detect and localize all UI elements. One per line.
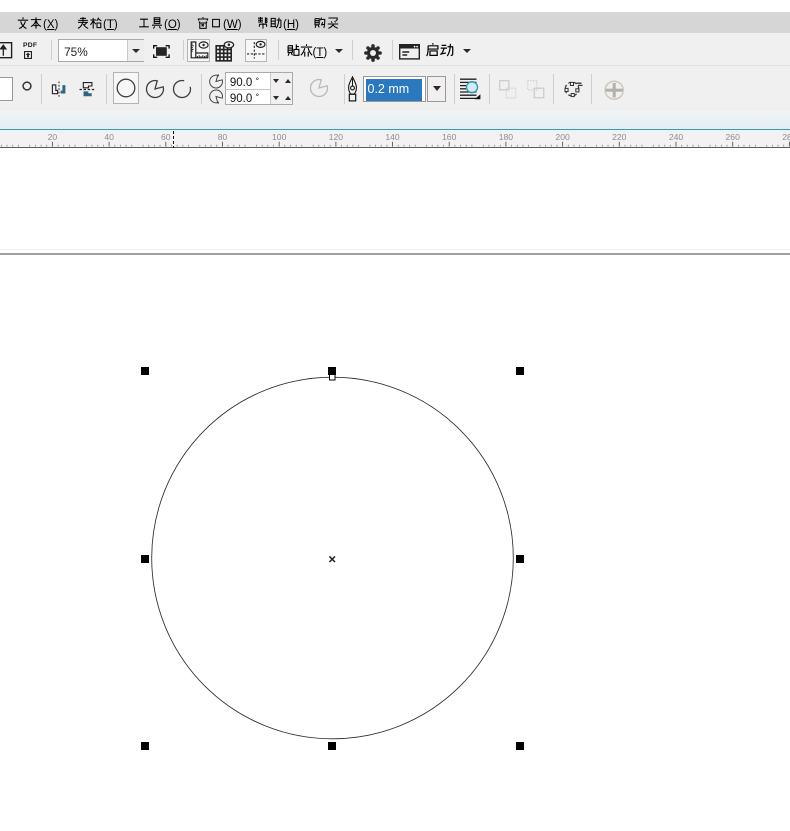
svg-text:20: 20 xyxy=(48,132,58,142)
svg-text:100: 100 xyxy=(272,132,287,142)
svg-text:200: 200 xyxy=(555,132,570,142)
svg-text:220: 220 xyxy=(612,132,627,142)
svg-text:160: 160 xyxy=(442,132,457,142)
svg-text:80: 80 xyxy=(218,132,228,142)
svg-text:180: 180 xyxy=(499,132,514,142)
svg-text:140: 140 xyxy=(385,132,400,142)
svg-text:120: 120 xyxy=(329,132,344,142)
svg-text:240: 240 xyxy=(669,132,684,142)
svg-text:280: 280 xyxy=(782,132,790,142)
svg-text:60: 60 xyxy=(161,132,171,142)
svg-text:40: 40 xyxy=(104,132,114,142)
svg-text:260: 260 xyxy=(726,132,741,142)
